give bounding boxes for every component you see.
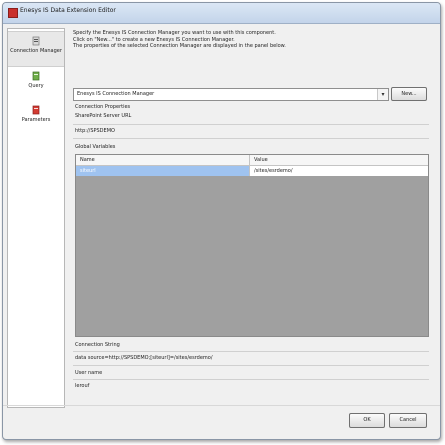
sidebar-item-label: Connection Manager [10,48,62,54]
user-name-value: lerouf [75,383,90,389]
connection-string-label: Connection String [75,342,120,348]
sidebar-item-parameters[interactable]: Parameters [8,101,64,135]
table-row[interactable]: siteurl /sites/esrdemo/ [76,166,428,176]
global-variables-grid[interactable]: Name Value siteurl /sites/esrdemo/ [75,154,429,337]
divider [73,365,429,366]
divider [73,351,429,352]
query-icon [32,71,40,81]
sidebar-item-label: Parameters [21,117,51,123]
sidebar: Connection Manager Query Parameters [7,28,65,408]
window-title: Enesys IS Data Extension Editor [20,7,116,14]
instruction-line: The properties of the selected Connectio… [73,43,286,49]
divider [73,138,429,139]
user-name-label: User name [75,370,103,376]
sidebar-item-label: Query [28,83,44,89]
variable-value-cell[interactable]: /sites/esrdemo/ [250,166,428,176]
new-button[interactable]: New... [391,87,427,101]
column-header-value[interactable]: Value [250,155,428,165]
parameters-icon [32,105,40,115]
ok-button[interactable]: OK [349,413,385,428]
selected-connection: Enesys IS Connection Manager [77,91,155,97]
instructions: Specify the Enesys IS Connection Manager… [73,30,403,50]
server-url-label: SharePoint Server URL [75,113,132,119]
variable-name-cell[interactable]: siteurl [76,166,250,176]
global-variables-label: Global Variables [75,144,116,150]
connection-string-value: data source=http://SPSDEMO;[siteurl]=/si… [75,355,213,361]
column-header-name[interactable]: Name [76,155,250,165]
divider [73,379,429,380]
cancel-button[interactable]: Cancel [389,413,427,428]
title-bar: Enesys IS Data Extension Editor [3,3,440,24]
connection-icon [32,36,40,46]
divider [73,124,429,125]
grid-header: Name Value [76,155,428,166]
button-bar-divider [3,405,440,406]
chevron-down-icon[interactable]: ▾ [377,89,388,100]
server-url-value: http://SPSDEMO [75,128,115,134]
connection-manager-select[interactable]: Enesys IS Connection Manager ▾ [73,88,389,101]
editor-window: Enesys IS Data Extension Editor Connecti… [2,2,441,440]
sidebar-item-query[interactable]: Query [8,67,64,101]
sidebar-item-connection-manager[interactable]: Connection Manager [8,31,64,67]
app-icon [8,8,18,18]
connection-properties-heading: Connection Properties [75,104,131,110]
